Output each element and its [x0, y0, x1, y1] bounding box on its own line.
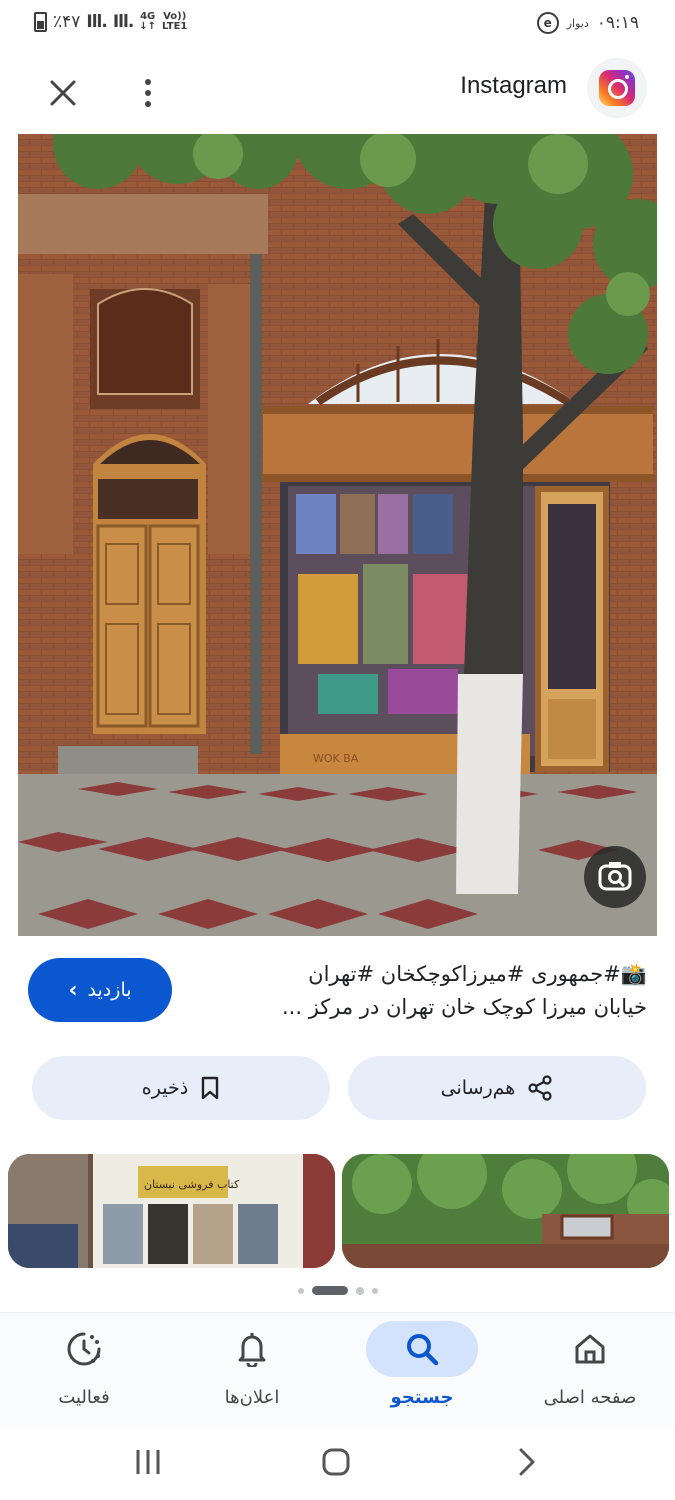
- volte-indicator: Vo)) LTE1: [162, 12, 187, 32]
- visit-button[interactable]: ‹ بازدید: [28, 958, 172, 1022]
- nav-activity-label: فعالیت: [58, 1387, 110, 1408]
- nav-home-label: صفحه اصلی: [543, 1387, 637, 1408]
- nav-notifications[interactable]: اعلان‌ها: [172, 1321, 332, 1421]
- activity-icon: [67, 1332, 101, 1366]
- status-right: e دیوار ۰۹:۱۹: [536, 12, 639, 34]
- search-icon: [407, 1334, 439, 1366]
- main-image[interactable]: WOK BA: [18, 134, 657, 936]
- caption-line-1: 📸#جمهوری #میرزاکوچکخان #تهران: [308, 962, 647, 986]
- pager-dot: [297, 1287, 304, 1294]
- system-navigation-bar: [0, 1426, 675, 1500]
- storefront-photo: WOK BA: [18, 134, 657, 936]
- source-logo-button[interactable]: [587, 58, 647, 118]
- shop-sign-text: WOK BA: [313, 752, 359, 765]
- save-label: ذخیره: [141, 1077, 189, 1099]
- recent-apps-icon: [136, 1450, 160, 1474]
- bottom-navigation: فعالیت اعلان‌ها جستجو صفحه اصلی: [0, 1312, 675, 1426]
- nav-notifications-label: اعلان‌ها: [224, 1387, 280, 1408]
- signal-icon: Ill.: [86, 12, 107, 32]
- pager-dot-active: [311, 1286, 348, 1295]
- related-images: کتاب فروشی نیستان: [0, 1154, 675, 1270]
- nav-search-label: جستجو: [390, 1387, 454, 1408]
- caption-line-2: خیابان میرزا کوچک خان تهران در مرکز ...: [282, 995, 647, 1019]
- more-dot: [145, 101, 151, 107]
- nav-search[interactable]: جستجو: [342, 1321, 502, 1421]
- nav-notifications-icon-wrap: [196, 1321, 308, 1377]
- result-caption[interactable]: 📸#جمهوری #میرزاکوچکخان #تهران خیابان میر…: [207, 958, 647, 1024]
- system-back-button[interactable]: [496, 1440, 556, 1484]
- more-dot: [145, 90, 151, 96]
- data-arrows-icon: ↓↑: [139, 21, 157, 32]
- source-name[interactable]: Instagram: [460, 72, 567, 100]
- more-dot: [145, 79, 151, 85]
- network-indicator: 4G ↓↑: [139, 12, 156, 32]
- more-options-button[interactable]: [126, 70, 170, 116]
- save-button[interactable]: ذخیره: [32, 1056, 330, 1120]
- building-thumbnail: [342, 1154, 669, 1268]
- lens-search-button[interactable]: [584, 846, 646, 908]
- divar-notification-label: دیوار: [566, 16, 589, 30]
- lte-label: LTE1: [162, 21, 188, 32]
- pager-dots: [0, 1286, 675, 1295]
- status-left: ٪۴۷ Ill. Ill. 4G ↓↑ Vo)) LTE1: [34, 12, 187, 32]
- notification-glyph: e: [543, 16, 552, 30]
- status-bar: ٪۴۷ Ill. Ill. 4G ↓↑ Vo)) LTE1 e دیوار ۰۹…: [0, 0, 675, 52]
- close-icon: [50, 80, 76, 106]
- visit-label: بازدید: [87, 979, 132, 1001]
- battery-icon: [34, 12, 47, 32]
- viewer-header: Instagram: [0, 52, 675, 132]
- home-icon: [575, 1334, 605, 1364]
- lens-search-icon: [598, 862, 632, 891]
- bookstore-thumbnail: کتاب فروشی نیستان: [8, 1154, 335, 1268]
- edge-notification-icon: e: [536, 12, 559, 34]
- clock: ۰۹:۱۹: [596, 13, 639, 33]
- bookmark-icon: [201, 1076, 219, 1100]
- battery-level: ٪۴۷: [53, 12, 81, 32]
- chevron-left-icon: ‹: [68, 977, 78, 1003]
- nav-activity[interactable]: فعالیت: [4, 1321, 164, 1421]
- signal-icon-2: Ill.: [112, 12, 134, 32]
- nav-search-icon-wrap: [366, 1321, 478, 1377]
- recent-apps-button[interactable]: [118, 1440, 178, 1484]
- chevron-right-icon: [519, 1448, 535, 1476]
- system-home-icon: [322, 1448, 350, 1476]
- related-image-bookstore[interactable]: کتاب فروشی نیستان: [8, 1154, 335, 1268]
- instagram-logo-icon: [599, 70, 635, 106]
- nav-home[interactable]: صفحه اصلی: [510, 1321, 670, 1421]
- pager-dot: [371, 1287, 378, 1294]
- related-image-building[interactable]: [342, 1154, 669, 1268]
- nav-home-icon-wrap: [534, 1321, 646, 1377]
- share-label: هم‌رسانی: [440, 1077, 516, 1099]
- system-home-button[interactable]: [306, 1440, 366, 1484]
- share-button[interactable]: هم‌رسانی: [348, 1056, 646, 1120]
- share-icon: [528, 1075, 552, 1101]
- close-button[interactable]: [40, 70, 86, 116]
- bookstore-sign: کتاب فروشی نیستان: [144, 1178, 240, 1191]
- bell-icon: [238, 1333, 266, 1367]
- nav-activity-icon-wrap: [28, 1321, 140, 1377]
- pager-dot: [355, 1286, 364, 1295]
